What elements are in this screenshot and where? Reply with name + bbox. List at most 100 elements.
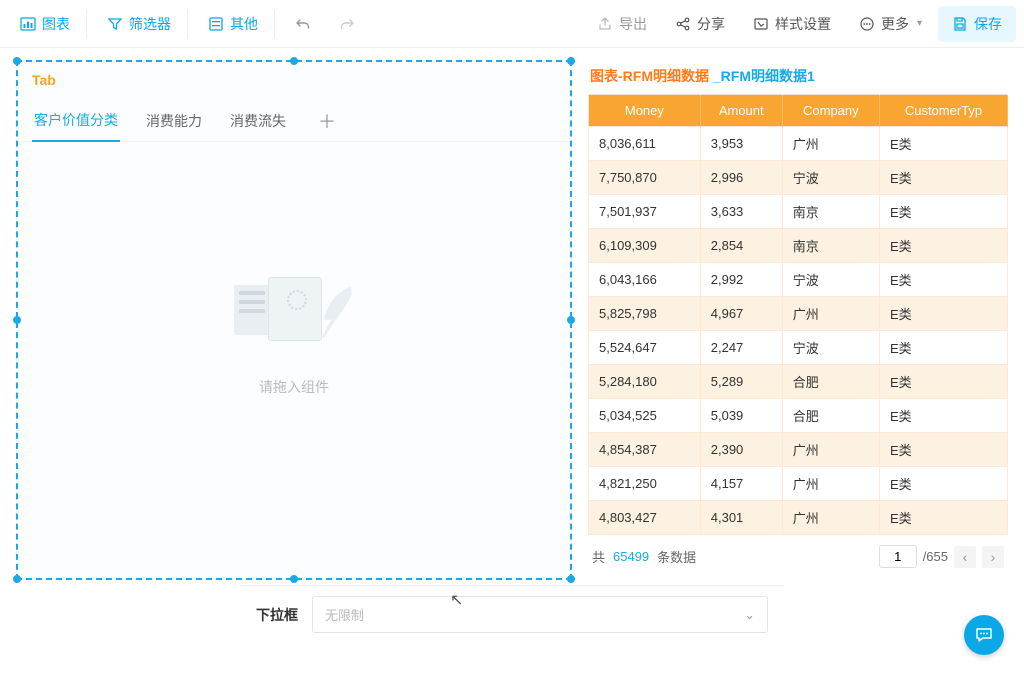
table-cell: 4,803,427 (589, 501, 701, 535)
table-cell: 7,501,937 (589, 195, 701, 229)
save-button[interactable]: 保存 (938, 6, 1016, 42)
table-cell: 2,854 (700, 229, 782, 263)
table-cell: 3,633 (700, 195, 782, 229)
table-cell: 广州 (782, 433, 879, 467)
other-button[interactable]: 其他 (196, 8, 275, 40)
table-row[interactable]: 7,750,8702,996宁波E类 (589, 161, 1008, 195)
table-cell: 广州 (782, 297, 879, 331)
table-cell: 4,854,387 (589, 433, 701, 467)
table-cell: 南京 (782, 229, 879, 263)
chart-button[interactable]: 图表 (8, 8, 87, 40)
tab-component-selected[interactable]: Tab 客户价值分类 消费能力 消费流失 ＋ 请拖入组件 (16, 60, 572, 580)
tab-spending-power[interactable]: 消费能力 (144, 101, 204, 141)
tab-customer-value[interactable]: 客户价值分类 (32, 100, 120, 142)
data-panel: 图表-RFM明细数据 _RFM明细数据1 Money Amount Compan… (588, 60, 1008, 580)
table-cell: 2,247 (700, 331, 782, 365)
table-cell: 7,750,870 (589, 161, 701, 195)
table-row[interactable]: 4,821,2504,157广州E类 (589, 467, 1008, 501)
table-cell: 合肥 (782, 399, 879, 433)
table-cell: E类 (879, 399, 1007, 433)
style-label: 样式设置 (775, 14, 831, 34)
tab-churn[interactable]: 消费流失 (228, 101, 288, 141)
chevron-down-icon: ⌄ (744, 607, 755, 623)
table-row[interactable]: 7,501,9373,633南京E类 (589, 195, 1008, 229)
table-cell: 6,043,166 (589, 263, 701, 297)
table-cell: E类 (879, 297, 1007, 331)
export-button[interactable]: 导出 (585, 8, 659, 40)
top-toolbar: 图表 筛选器 其他 导出 分享 (0, 0, 1024, 48)
total-suffix: 条数据 (657, 547, 696, 566)
dropdown-property-label: 下拉框 (256, 605, 298, 625)
table-cell: E类 (879, 365, 1007, 399)
chat-icon (974, 625, 994, 645)
page-input[interactable] (879, 545, 917, 568)
table-row[interactable]: 4,854,3872,390广州E类 (589, 433, 1008, 467)
table-cell: 南京 (782, 195, 879, 229)
table-cell: 宁波 (782, 161, 879, 195)
table-cell: 6,109,309 (589, 229, 701, 263)
resize-handle[interactable] (567, 57, 575, 65)
table-cell: E类 (879, 467, 1007, 501)
table-cell: E类 (879, 229, 1007, 263)
resize-handle[interactable] (13, 316, 21, 324)
col-amount[interactable]: Amount (700, 95, 782, 127)
filter-button[interactable]: 筛选器 (95, 8, 188, 40)
table-row[interactable]: 5,034,5255,039合肥E类 (589, 399, 1008, 433)
share-button[interactable]: 分享 (663, 8, 737, 40)
col-company[interactable]: Company (782, 95, 879, 127)
table-cell: E类 (879, 501, 1007, 535)
table-cell: 5,825,798 (589, 297, 701, 331)
table-cell: E类 (879, 433, 1007, 467)
style-icon (753, 16, 769, 32)
table-cell: 5,039 (700, 399, 782, 433)
more-label: 更多 (881, 14, 909, 34)
export-icon (597, 16, 613, 32)
table-row[interactable]: 8,036,6113,953广州E类 (589, 127, 1008, 161)
table-cell: 广州 (782, 467, 879, 501)
table-cell: 广州 (782, 127, 879, 161)
add-tab-button[interactable]: ＋ (312, 104, 342, 138)
resize-handle[interactable] (567, 316, 575, 324)
tabs-row: 客户价值分类 消费能力 消费流失 ＋ (18, 92, 570, 142)
table-row[interactable]: 5,825,7984,967广州E类 (589, 297, 1008, 331)
chart-label: 图表 (42, 14, 70, 34)
table-cell: 宁波 (782, 263, 879, 297)
table-cell: E类 (879, 263, 1007, 297)
resize-handle[interactable] (290, 57, 298, 65)
table-cell: 宁波 (782, 331, 879, 365)
table-cell: 3,953 (700, 127, 782, 161)
resize-handle[interactable] (13, 57, 21, 65)
resize-handle[interactable] (13, 575, 21, 583)
dropdown-property-select[interactable]: 无限制 ⌄ (312, 596, 768, 633)
prev-page-button[interactable]: ‹ (954, 546, 976, 568)
share-label: 分享 (697, 14, 725, 34)
empty-illustration (234, 267, 354, 357)
bottom-property-bar: 下拉框 无限制 ⌄ (240, 585, 784, 643)
style-button[interactable]: 样式设置 (741, 8, 843, 40)
table-row[interactable]: 6,043,1662,992宁波E类 (589, 263, 1008, 297)
chat-fab[interactable] (964, 615, 1004, 655)
next-page-button[interactable]: › (982, 546, 1004, 568)
data-table-title: 图表-RFM明细数据 _RFM明细数据1 (588, 60, 1008, 94)
drop-zone[interactable]: 请拖入组件 (18, 142, 570, 522)
col-money[interactable]: Money (589, 95, 701, 127)
total-count: 65499 (613, 549, 649, 564)
total-pages: /655 (923, 549, 948, 564)
table-cell: 4,157 (700, 467, 782, 501)
redo-button[interactable] (327, 10, 367, 38)
table-row[interactable]: 5,524,6472,247宁波E类 (589, 331, 1008, 365)
resize-handle[interactable] (567, 575, 575, 583)
redo-icon (339, 16, 355, 32)
table-cell: 2,996 (700, 161, 782, 195)
resize-handle[interactable] (290, 575, 298, 583)
col-customertype[interactable]: CustomerTyp (879, 95, 1007, 127)
more-button[interactable]: 更多 ▾ (847, 8, 934, 40)
table-row[interactable]: 5,284,1805,289合肥E类 (589, 365, 1008, 399)
undo-button[interactable] (283, 10, 323, 38)
table-row[interactable]: 6,109,3092,854南京E类 (589, 229, 1008, 263)
other-label: 其他 (230, 14, 258, 34)
table-cell: 2,390 (700, 433, 782, 467)
undo-icon (295, 16, 311, 32)
table-row[interactable]: 4,803,4274,301广州E类 (589, 501, 1008, 535)
dropdown-placeholder: 无限制 (325, 605, 364, 624)
